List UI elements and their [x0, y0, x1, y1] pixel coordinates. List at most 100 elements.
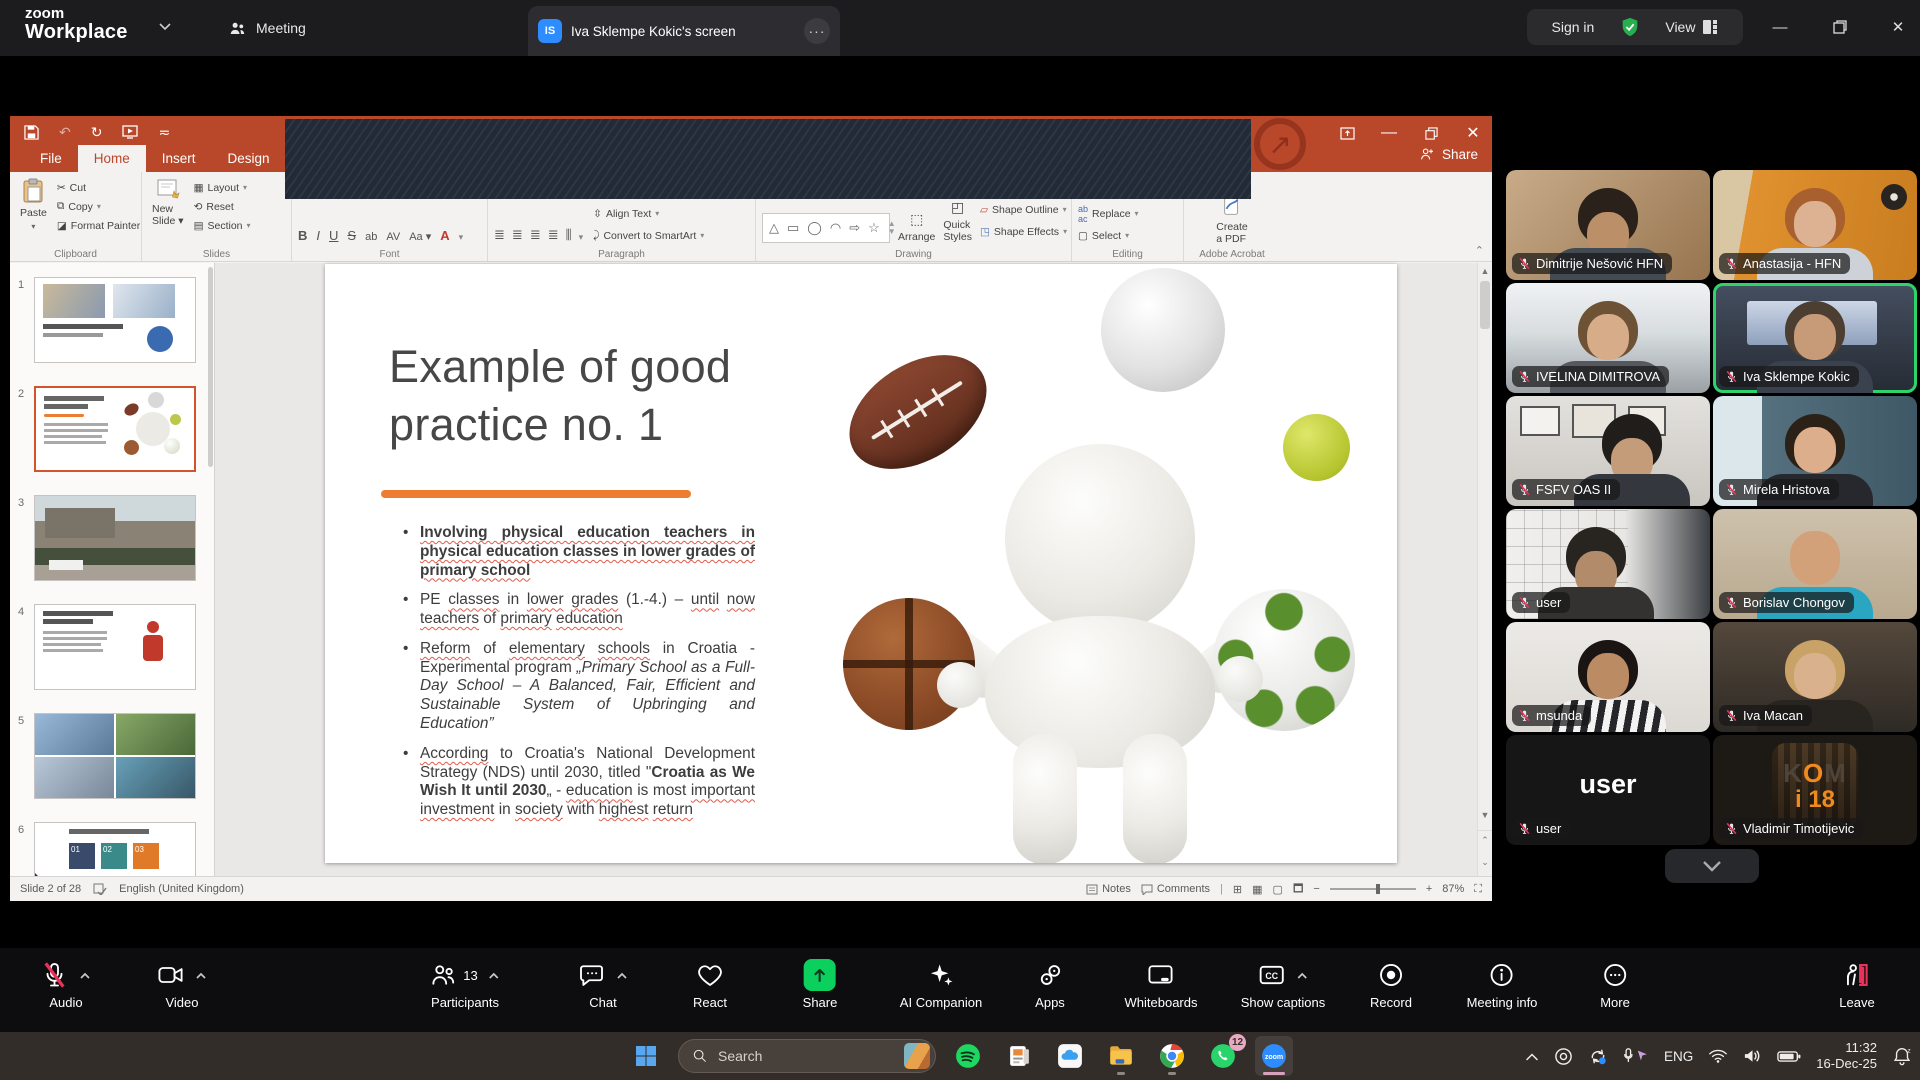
- toolbar-show-captions-button[interactable]: CCShow captions: [1241, 958, 1326, 1010]
- window-close-button[interactable]: ✕: [1882, 12, 1914, 42]
- participant-tile-ivelina-dimitrova[interactable]: IVELINA DIMITROVA: [1506, 283, 1710, 393]
- participant-tile-user[interactable]: user: [1506, 509, 1710, 619]
- toolbar-caret[interactable]: [616, 971, 629, 980]
- taskbar-search-input[interactable]: Search: [678, 1039, 936, 1073]
- zoom-out-icon[interactable]: −: [1313, 883, 1319, 895]
- tray-wifi-icon[interactable]: [1708, 1048, 1728, 1064]
- taskbar-file-explorer-icon[interactable]: [1102, 1036, 1140, 1076]
- new-slide-button[interactable]: NewSlide ▾: [148, 176, 188, 247]
- tab-shared-screen[interactable]: IS Iva Sklempe Kokic's screen ···: [528, 6, 840, 56]
- participant-tile-borislav-chongov[interactable]: Borislav Chongov: [1713, 509, 1917, 619]
- language-indicator[interactable]: English (United Kingdom): [119, 883, 244, 895]
- tab-insert[interactable]: Insert: [146, 145, 212, 172]
- tray-sync-icon[interactable]: [1588, 1047, 1608, 1066]
- toolbar-react-button[interactable]: React: [693, 958, 727, 1010]
- toolbar-audio-button[interactable]: Audio: [41, 958, 92, 1010]
- ribbon-display-options-icon[interactable]: [1330, 122, 1364, 144]
- reading-view-icon[interactable]: ▢: [1273, 883, 1283, 896]
- slide-scrollbar[interactable]: ▲ ▼ ⌃ ⌄: [1477, 263, 1492, 876]
- copy-button[interactable]: ⧉Copy▾: [57, 197, 140, 216]
- slideshow-icon[interactable]: [122, 125, 138, 139]
- shape-outline-button[interactable]: ▱Shape Outline▾: [980, 200, 1067, 219]
- scroll-down-icon[interactable]: ▼: [1478, 810, 1492, 820]
- participant-tile-dimitrije-ne-ovi-hfn[interactable]: Dimitrije Nešović HFN: [1506, 170, 1710, 280]
- sign-in-button[interactable]: Sign in: [1552, 19, 1595, 35]
- slide-sorter-view-icon[interactable]: ▦: [1252, 883, 1262, 896]
- security-shield-icon[interactable]: [1619, 16, 1641, 38]
- toolbar-more-button[interactable]: More: [1600, 958, 1630, 1010]
- participant-tile-iva-macan[interactable]: Iva Macan: [1713, 622, 1917, 732]
- slide-thumbnail-2[interactable]: [34, 386, 196, 472]
- toolbar-chat-button[interactable]: Chat: [578, 958, 629, 1010]
- normal-view-icon[interactable]: ⊞: [1233, 883, 1242, 896]
- reset-button[interactable]: ⟲Reset: [194, 197, 251, 216]
- chevron-down-icon[interactable]: [158, 22, 172, 31]
- tray-show-hidden-icons[interactable]: [1525, 1052, 1539, 1061]
- taskbar-zoom-icon[interactable]: zoom: [1255, 1036, 1293, 1076]
- ppt-minimize-button[interactable]: —: [1372, 122, 1406, 144]
- toolbar-caret[interactable]: [195, 971, 208, 980]
- collapse-ribbon-icon[interactable]: ⌃: [1475, 244, 1484, 257]
- gallery-next-page-button[interactable]: [1665, 849, 1759, 883]
- zoom-slider[interactable]: [1330, 888, 1416, 890]
- convert-smartart-button[interactable]: ⤸Convert to SmartArt▾: [593, 226, 704, 245]
- tab-file[interactable]: File: [24, 145, 78, 172]
- participant-tile-user[interactable]: useruser: [1506, 735, 1710, 845]
- window-minimize-button[interactable]: —: [1764, 12, 1796, 42]
- toolbar-caret[interactable]: [1296, 971, 1309, 980]
- arrange-button[interactable]: ⬚Arrange: [898, 211, 935, 243]
- shapes-gallery[interactable]: △▭◯◠⇨☆ ▲▼: [762, 213, 890, 243]
- slide-canvas[interactable]: Example of good practice no. 1 •Involvin…: [325, 264, 1397, 863]
- scroll-up-icon[interactable]: ▲: [1478, 266, 1492, 276]
- participant-tile-msunda[interactable]: msunda: [1506, 622, 1710, 732]
- office-share-button[interactable]: Share: [1419, 146, 1478, 162]
- slide-number-indicator[interactable]: Slide 2 of 28: [20, 883, 81, 895]
- ppt-restore-button[interactable]: [1414, 122, 1448, 144]
- fit-slide-icon[interactable]: ⛶: [1474, 883, 1482, 896]
- toolbar-share-button[interactable]: Share: [803, 958, 838, 1010]
- toolbar-whiteboards-button[interactable]: Whiteboards: [1125, 958, 1198, 1010]
- tab-home[interactable]: Home: [78, 145, 146, 172]
- layout-button[interactable]: ▦Layout▾: [194, 178, 251, 197]
- align-text-button[interactable]: ⇳Align Text▾: [593, 204, 704, 223]
- participant-tile-mirela-hristova[interactable]: Mirela Hristova: [1713, 396, 1917, 506]
- toolbar-apps-button[interactable]: Apps: [1035, 958, 1065, 1010]
- taskbar-icloud-icon[interactable]: [1051, 1036, 1089, 1076]
- toolbar-caret[interactable]: [488, 971, 501, 980]
- notes-button[interactable]: Notes: [1086, 883, 1131, 895]
- participant-tile-anastasija-hfn[interactable]: Anastasija - HFN: [1713, 170, 1917, 280]
- tray-obs-icon[interactable]: [1554, 1047, 1573, 1066]
- section-button[interactable]: ▤Section▾: [194, 216, 251, 235]
- slide-thumbnail-6[interactable]: 010203: [34, 822, 196, 876]
- tray-language-indicator[interactable]: ENG: [1664, 1049, 1693, 1064]
- qat-customize-icon[interactable]: ≂: [158, 124, 170, 141]
- shape-effects-button[interactable]: ◳Shape Effects▾: [980, 222, 1067, 241]
- previous-slide-button[interactable]: ⌃: [1478, 830, 1492, 846]
- undo-icon[interactable]: ↶: [59, 124, 71, 141]
- slide-thumbnail-5[interactable]: [34, 713, 196, 799]
- quick-styles-button[interactable]: ◰QuickStyles: [943, 199, 972, 243]
- toolbar-meeting-info-button[interactable]: Meeting info: [1467, 958, 1538, 1010]
- windows-start-button[interactable]: [627, 1036, 665, 1076]
- tray-battery-icon[interactable]: [1777, 1050, 1801, 1063]
- tray-volume-icon[interactable]: [1743, 1048, 1762, 1064]
- tab-meeting[interactable]: Meeting: [218, 12, 316, 44]
- comments-button[interactable]: Comments: [1141, 883, 1210, 895]
- replace-button[interactable]: abacReplace▾: [1078, 204, 1177, 223]
- tray-clock[interactable]: 11:3216-Dec-25: [1816, 1040, 1877, 1071]
- tab-options-icon[interactable]: ···: [804, 18, 830, 44]
- toolbar-ai-companion-button[interactable]: AI Companion: [900, 958, 982, 1010]
- tray-mic-location-icons[interactable]: [1623, 1047, 1649, 1065]
- slide-thumbnail-4[interactable]: [34, 604, 196, 690]
- zoom-percentage[interactable]: 87%: [1442, 883, 1464, 895]
- zoom-in-icon[interactable]: +: [1426, 883, 1432, 895]
- view-button[interactable]: View: [1665, 19, 1718, 35]
- participant-tile-fsfv-oas-ii[interactable]: FSFV OAS II: [1506, 396, 1710, 506]
- taskbar-chrome-icon[interactable]: [1153, 1036, 1191, 1076]
- taskbar-whatsapp-icon[interactable]: 12: [1204, 1036, 1242, 1076]
- next-slide-button[interactable]: ⌄: [1478, 857, 1492, 868]
- slideshow-view-icon[interactable]: 🗖: [1293, 880, 1303, 899]
- toolbar-caret[interactable]: [79, 971, 92, 980]
- toolbar-record-button[interactable]: Record: [1370, 958, 1412, 1010]
- save-icon[interactable]: [24, 125, 39, 140]
